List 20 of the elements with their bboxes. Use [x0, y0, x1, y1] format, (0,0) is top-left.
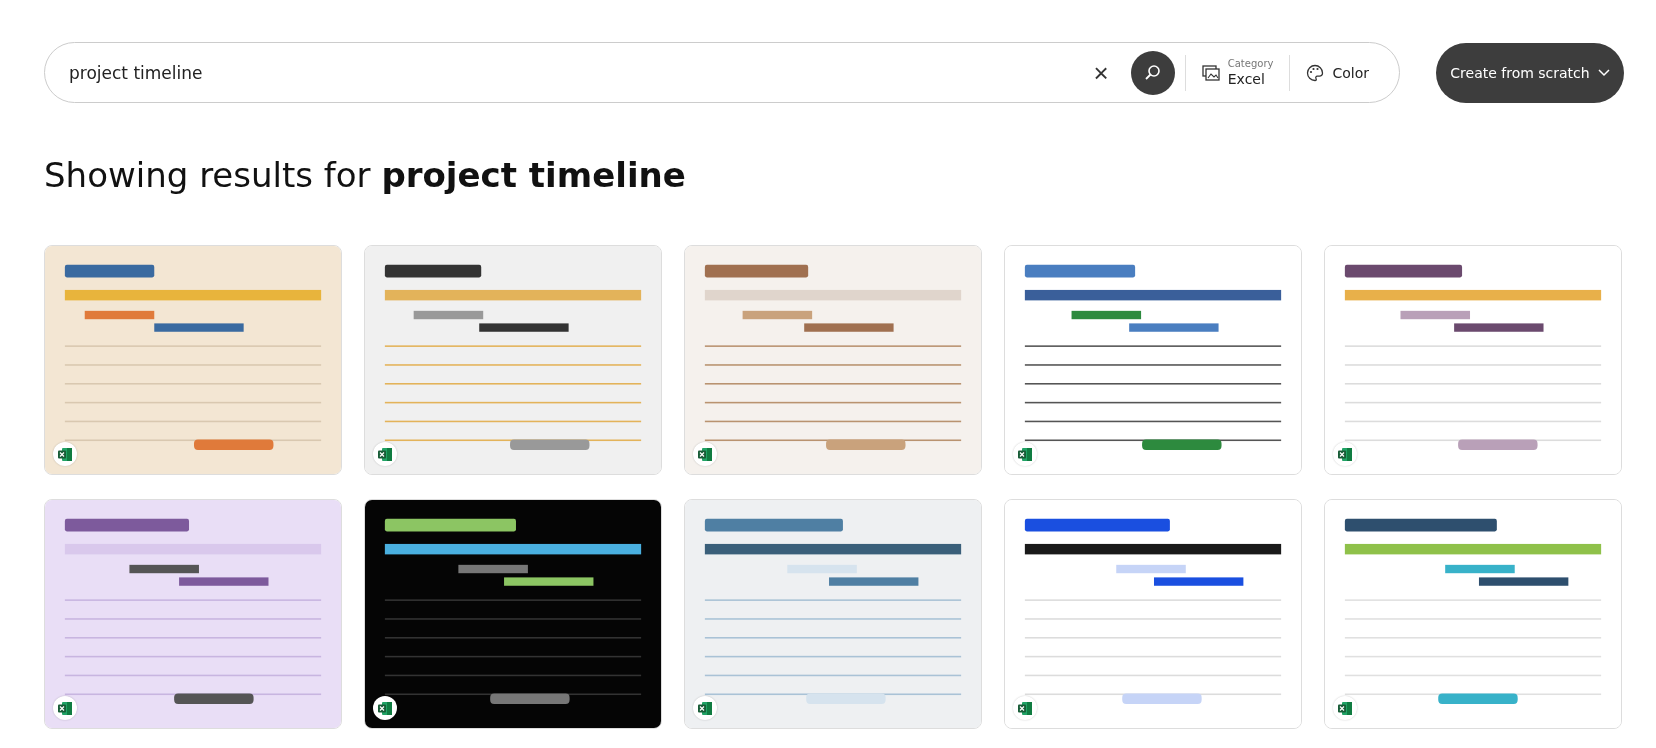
color-filter[interactable]: Color	[1300, 63, 1375, 82]
image-icon	[1201, 64, 1220, 81]
spreadsheet-icon	[1338, 447, 1352, 461]
spreadsheet-icon	[1018, 701, 1032, 715]
spreadsheet-icon	[378, 701, 392, 715]
spreadsheet-icon	[698, 447, 712, 461]
search-icon	[1143, 63, 1162, 82]
spreadsheet-icon	[1338, 701, 1352, 715]
create-button[interactable]: Create from scratch	[1436, 42, 1624, 103]
spreadsheet-icon	[58, 447, 72, 461]
search-field[interactable]: project timeline	[69, 62, 1088, 83]
chevron-down-icon	[1597, 68, 1610, 77]
spreadsheet-icon	[58, 701, 72, 715]
spreadsheet-icon	[698, 701, 712, 715]
clear-button[interactable]: ×	[1087, 59, 1115, 86]
spreadsheet-icon	[378, 447, 392, 461]
results-heading: Showing results for project timeline	[44, 155, 687, 195]
spreadsheet-icon	[1018, 447, 1032, 461]
category-filter[interactable]: Category Excel	[1195, 58, 1280, 87]
palette-icon	[1306, 63, 1325, 82]
